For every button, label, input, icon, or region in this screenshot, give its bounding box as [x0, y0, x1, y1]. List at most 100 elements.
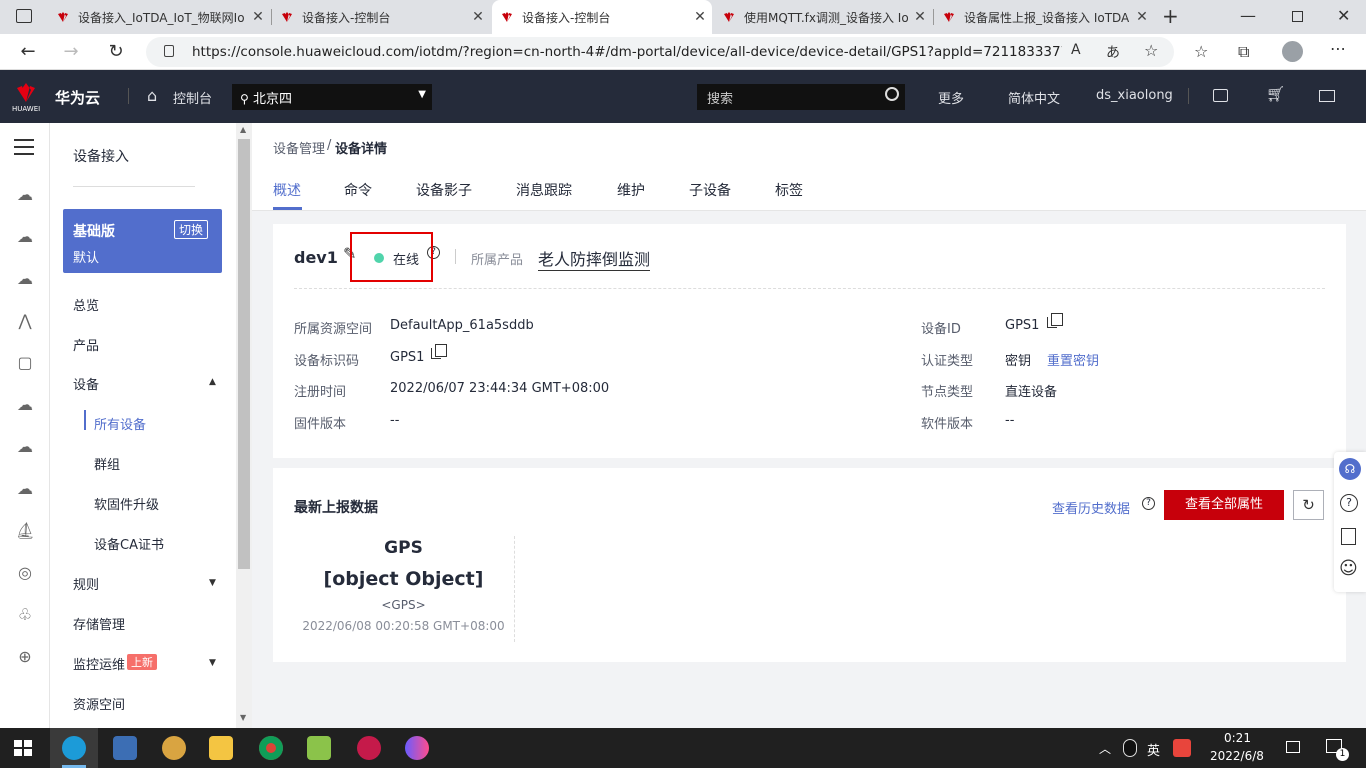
add-favorite-icon[interactable]: ☆ — [1144, 41, 1158, 60]
menu-resource-space[interactable]: 资源空间 — [73, 694, 125, 713]
tab-sub-devices[interactable]: 子设备 — [689, 180, 731, 200]
view-all-properties-button[interactable]: 查看全部属性 — [1164, 490, 1284, 520]
caret-down-icon[interactable]: ▼ — [209, 578, 216, 588]
search-icon[interactable] — [885, 87, 899, 101]
region-selector[interactable]: ⚲ 北京四 ▼ — [232, 84, 432, 110]
show-desktop-icon[interactable] — [1286, 741, 1300, 753]
side-menu-scrollbar[interactable]: ▲ ▼ — [236, 123, 252, 728]
huawei-logo-icon[interactable] — [13, 82, 39, 102]
hamburger-menu-icon[interactable] — [14, 139, 34, 141]
profile-avatar[interactable] — [1282, 41, 1303, 62]
edition-card[interactable]: 基础版 默认 切换 — [63, 209, 222, 273]
cart-icon[interactable]: 🛒︎ — [1266, 85, 1285, 103]
clock-date[interactable]: 2022/6/8 — [1210, 749, 1264, 763]
new-tab-icon[interactable]: + — [1162, 4, 1179, 28]
copy-icon[interactable] — [1047, 313, 1063, 328]
cloud-icon[interactable]: ☁ — [15, 395, 35, 415]
cloud-upload-icon[interactable]: ☁ — [15, 437, 35, 457]
ime-indicator[interactable]: 英 — [1147, 740, 1160, 759]
switch-button[interactable]: 切换 — [174, 220, 209, 239]
app-icon[interactable] — [405, 736, 429, 760]
menu-device[interactable]: 设备 — [73, 374, 99, 393]
caret-down-icon[interactable]: ▼ — [209, 658, 216, 668]
tab-overview[interactable]: 概述 — [273, 180, 301, 200]
console-link[interactable]: 控制台 — [173, 88, 212, 107]
network-icon[interactable]: ⋀ — [15, 311, 35, 331]
menu-overview[interactable]: 总览 — [73, 295, 99, 314]
minimize-icon[interactable]: — — [1240, 6, 1256, 25]
reset-secret-link[interactable]: 重置密钥 — [1047, 350, 1099, 369]
cloud-icon[interactable]: ☁ — [15, 269, 35, 289]
smiley-icon[interactable]: ☺ — [1339, 558, 1358, 579]
collections-icon[interactable]: ⧉ — [1238, 42, 1249, 62]
scroll-up-icon[interactable]: ▲ — [240, 125, 246, 134]
more-icon[interactable]: ⋯ — [1330, 39, 1346, 58]
menu-product[interactable]: 产品 — [73, 335, 99, 354]
brand-name[interactable]: 华为云 — [55, 87, 100, 108]
browser-tab-3-active[interactable]: 设备接入-控制台 ✕ — [492, 0, 712, 34]
cloud-icon[interactable]: ☁ — [15, 185, 35, 205]
device-icon[interactable]: ▢ — [15, 353, 35, 373]
user-menu[interactable]: ds_xiaolong — [1096, 88, 1173, 103]
favorites-icon[interactable]: ☆ — [1194, 42, 1208, 61]
close-icon[interactable]: ✕ — [246, 9, 270, 25]
tab-message-trace[interactable]: 消息跟踪 — [516, 180, 572, 200]
more-menu[interactable]: 更多 — [938, 88, 964, 107]
windows-start-icon[interactable] — [14, 740, 32, 756]
calculator-icon[interactable] — [113, 736, 137, 760]
menu-storage[interactable]: 存储管理 — [73, 614, 125, 633]
paint-icon[interactable] — [162, 736, 186, 760]
history-link[interactable]: 查看历史数据 — [1052, 498, 1130, 517]
back-icon[interactable]: ← — [14, 38, 42, 66]
customer-service-icon[interactable]: ☊ — [1339, 458, 1361, 480]
menu-firmware[interactable]: 软固件升级 — [94, 494, 159, 513]
close-icon[interactable]: ✕ — [466, 9, 490, 25]
browser-tab-2[interactable]: 设备接入-控制台 ✕ — [272, 0, 490, 34]
help-icon[interactable]: ? — [1142, 497, 1155, 510]
tab-tags[interactable]: 标签 — [775, 180, 803, 200]
translate-icon[interactable]: あ — [1106, 42, 1120, 62]
menu-monitor[interactable]: 监控运维 — [73, 654, 125, 673]
close-window-icon[interactable]: ✕ — [1337, 6, 1350, 25]
search-input[interactable]: 搜索 — [697, 84, 905, 110]
ip-icon[interactable]: ◎ — [15, 563, 35, 583]
tab-maintenance[interactable]: 维护 — [617, 180, 645, 200]
raspberry-app-icon[interactable] — [357, 736, 381, 760]
cloud-icon[interactable]: ☁ — [15, 479, 35, 499]
browser-tab-5[interactable]: 设备属性上报_设备接入 IoTDA ✕ — [934, 0, 1154, 34]
tab-actions-icon[interactable] — [16, 9, 32, 23]
breadcrumb-parent[interactable]: 设备管理 — [273, 138, 325, 157]
product-link[interactable]: 老人防摔倒监测 — [538, 246, 651, 271]
tab-shadow[interactable]: 设备影子 — [416, 180, 472, 200]
browser-tab-4[interactable]: 使用MQTT.fx调测_设备接入 Io ✕ — [714, 0, 932, 34]
sailboat-icon[interactable]: ⛵︎ — [15, 521, 35, 541]
tab-commands[interactable]: 命令 — [344, 180, 372, 200]
url-field[interactable]: https://console.huaweicloud.com/iotdm/?r… — [146, 37, 1174, 67]
file-explorer-icon[interactable] — [209, 736, 233, 760]
clock-time[interactable]: 0:21 — [1224, 731, 1251, 745]
menu-ca-cert[interactable]: 设备CA证书 — [94, 534, 164, 553]
chrome-icon[interactable] — [259, 736, 283, 760]
globe-icon[interactable]: ⊕ — [15, 647, 35, 667]
qq-icon[interactable] — [1123, 739, 1137, 757]
feedback-icon[interactable] — [1341, 528, 1356, 545]
refresh-icon[interactable]: ↻ — [102, 38, 130, 66]
edge-browser-icon[interactable] — [62, 736, 86, 760]
notepad-plus-icon[interactable] — [307, 736, 331, 760]
menu-all-devices[interactable]: 所有设备 — [94, 414, 146, 433]
refresh-button[interactable]: ↻ — [1293, 490, 1324, 520]
read-aloud-icon[interactable]: A — [1071, 42, 1081, 58]
lock-icon[interactable] — [164, 45, 174, 57]
restore-icon[interactable] — [1292, 11, 1303, 22]
scroll-down-icon[interactable]: ▼ — [240, 713, 246, 722]
home-icon[interactable]: ⌂ — [147, 86, 157, 105]
close-icon[interactable]: ✕ — [688, 9, 712, 25]
cloud-icon[interactable]: ☁ — [15, 227, 35, 247]
help-icon[interactable]: ? — [1340, 494, 1358, 512]
scroll-thumb[interactable] — [238, 139, 250, 569]
close-icon[interactable]: ✕ — [1130, 9, 1154, 25]
language-menu[interactable]: 简体中文 — [1008, 88, 1060, 107]
menu-rules[interactable]: 规则 — [73, 574, 99, 593]
terminal-icon[interactable] — [1213, 89, 1228, 102]
forward-icon[interactable]: → — [57, 38, 85, 66]
